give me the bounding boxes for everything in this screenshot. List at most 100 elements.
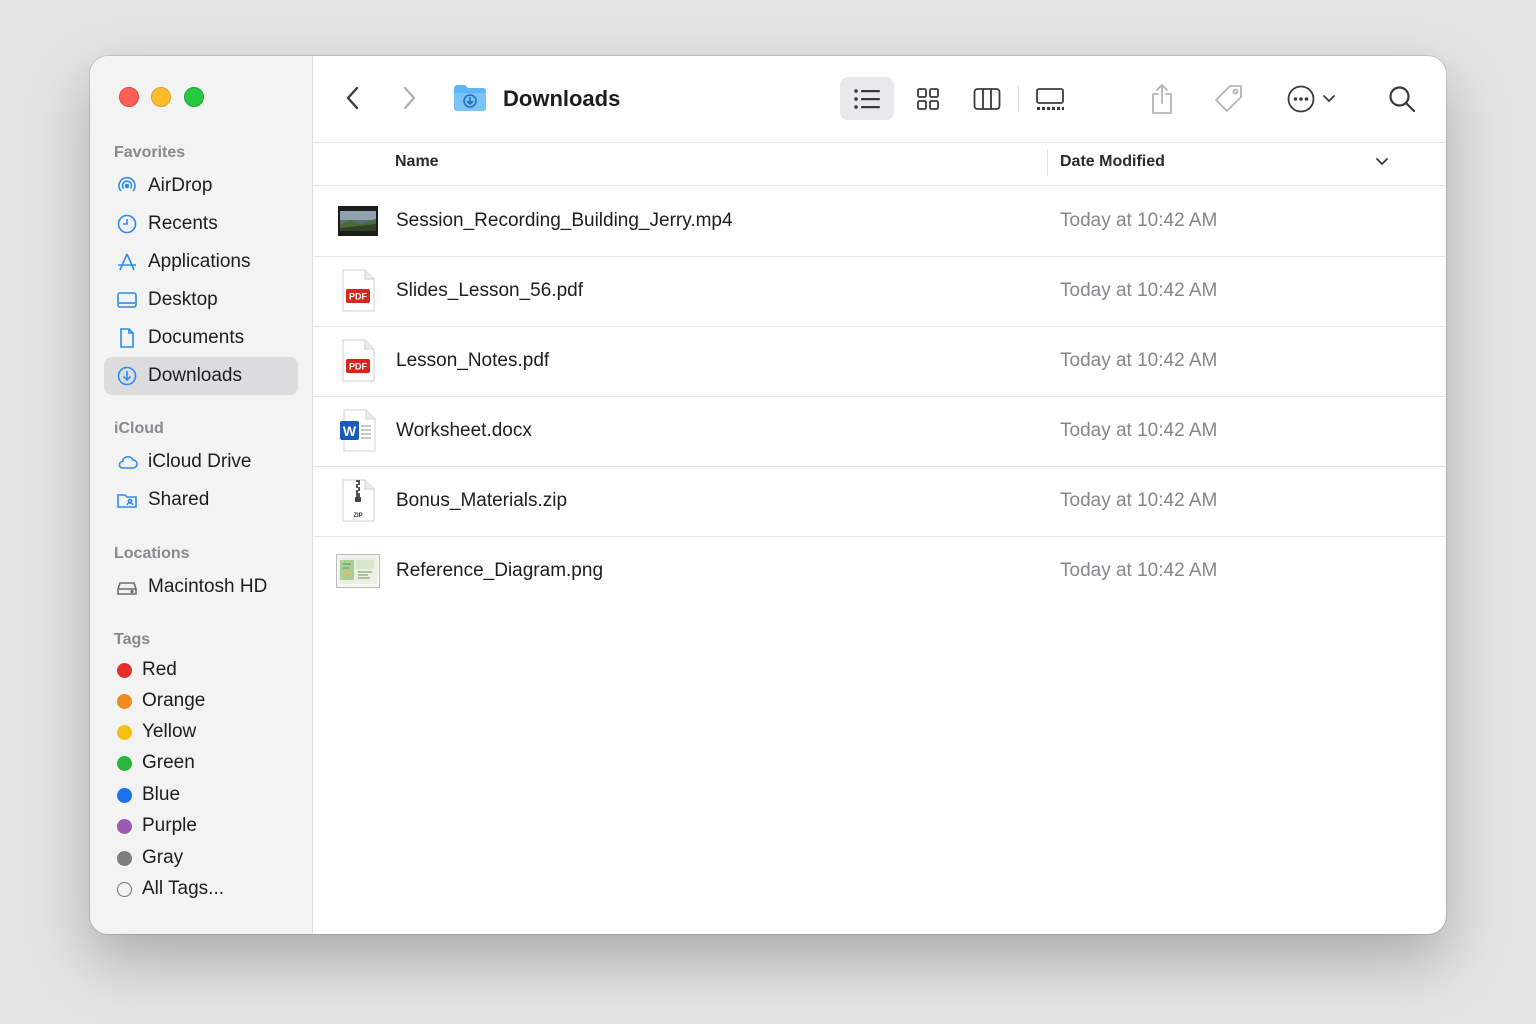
sidebar-item-shared[interactable]: Shared	[104, 481, 298, 519]
search-button[interactable]	[1380, 77, 1424, 120]
column-header-row: Name Date Modified	[312, 142, 1446, 186]
purple-tag-dot-icon	[117, 818, 132, 834]
file-row[interactable]: PDF Slides_Lesson_56.pdf Today at 10:42 …	[312, 256, 1446, 327]
tag-all-tags[interactable]: All Tags...	[104, 874, 298, 904]
sidebar-item-recents[interactable]: Recents	[104, 205, 298, 243]
orange-tag-dot-icon	[117, 693, 132, 709]
file-row[interactable]: PDF Lesson_Notes.pdf Today at 10:42 AM	[312, 326, 1446, 397]
tag-label: Red	[142, 659, 177, 680]
tag-label: All Tags...	[142, 878, 225, 899]
cloud-icon	[116, 451, 138, 473]
svg-text:ZIP: ZIP	[353, 513, 362, 519]
shared-folder-icon	[116, 489, 138, 511]
tag-gray[interactable]: Gray	[104, 843, 298, 873]
sidebar-item-label: Documents	[148, 327, 245, 348]
red-tag-dot-icon	[117, 662, 132, 678]
tag-blue[interactable]: Blue	[104, 780, 298, 810]
finder-window: Favorites AirDrop Recents Applications D…	[90, 56, 1446, 934]
file-date: Today at 10:42 AM	[1060, 420, 1218, 441]
sidebar-item-label: iCloud Drive	[148, 451, 252, 472]
back-button[interactable]	[334, 80, 372, 116]
file-name: Worksheet.docx	[396, 420, 532, 441]
pdf-icon: PDF	[336, 269, 380, 313]
sidebar-item-macintosh-hd[interactable]: Macintosh HD	[104, 568, 298, 606]
video-thumbnail-icon	[336, 199, 380, 243]
date-modified-column-header[interactable]: Date Modified	[1060, 153, 1165, 171]
sidebar-item-applications[interactable]: Applications	[104, 243, 298, 281]
applications-icon	[116, 251, 138, 273]
tag-icon	[1215, 84, 1242, 112]
file-name: Slides_Lesson_56.pdf	[396, 280, 583, 301]
clock-icon	[116, 213, 138, 235]
search-icon	[1389, 85, 1416, 112]
sidebar-item-label: AirDrop	[148, 175, 213, 196]
tag-orange[interactable]: Orange	[104, 686, 298, 716]
ellipsis-circle-icon	[1287, 85, 1315, 112]
hard-drive-icon	[116, 576, 138, 598]
column-view-button[interactable]	[967, 77, 1007, 120]
tag-label: Yellow	[142, 721, 197, 742]
tag-label: Orange	[142, 690, 206, 711]
close-window-button[interactable]	[119, 87, 139, 107]
file-date: Today at 10:42 AM	[1060, 210, 1218, 231]
column-divider[interactable]	[1047, 150, 1048, 176]
file-name: Lesson_Notes.pdf	[396, 350, 550, 371]
file-row[interactable]: Session_Recording_Building_Jerry.mp4 Tod…	[312, 186, 1446, 257]
tag-yellow[interactable]: Yellow	[104, 717, 298, 747]
sort-chevron-down-icon[interactable]	[1375, 154, 1389, 172]
tag-button[interactable]	[1208, 77, 1250, 120]
tag-label: Gray	[142, 847, 184, 868]
favorites-section-title: Favorites	[114, 144, 186, 161]
file-name: Session_Recording_Building_Jerry.mp4	[396, 210, 733, 231]
desktop-icon	[116, 289, 138, 311]
sidebar-item-documents[interactable]: Documents	[104, 319, 298, 357]
locations-section-title: Locations	[114, 545, 190, 562]
toolbar: Downloads	[312, 56, 1446, 143]
sidebar-item-airdrop[interactable]: AirDrop	[104, 167, 298, 205]
tag-green[interactable]: Green	[104, 748, 298, 778]
tag-red[interactable]: Red	[104, 655, 298, 685]
file-date: Today at 10:42 AM	[1060, 490, 1218, 511]
sidebar-item-label: Applications	[148, 251, 251, 272]
chevron-right-icon	[403, 86, 416, 110]
file-row[interactable]: W Worksheet.docx Today at 10:42 AM	[312, 396, 1446, 467]
share-button[interactable]	[1142, 77, 1182, 120]
airdrop-icon	[116, 175, 138, 197]
file-name: Reference_Diagram.png	[396, 560, 604, 581]
chevron-left-icon	[346, 86, 359, 110]
tag-label: Green	[142, 752, 195, 773]
more-actions-button[interactable]	[1280, 77, 1342, 120]
minimize-window-button[interactable]	[151, 87, 171, 107]
sidebar-item-desktop[interactable]: Desktop	[104, 281, 298, 319]
columns-icon	[973, 87, 1001, 110]
sidebar-item-label: Macintosh HD	[148, 576, 268, 597]
empty-tag-circle-icon	[117, 881, 132, 897]
file-row[interactable]: Reference_Diagram.png Today at 10:42 AM	[312, 536, 1446, 606]
gallery-view-button[interactable]	[1028, 77, 1072, 120]
forward-button[interactable]	[390, 80, 428, 116]
image-thumbnail-icon	[336, 549, 380, 593]
toolbar-divider	[1018, 86, 1019, 112]
list-view-button[interactable]	[840, 77, 894, 120]
list-view-icon	[854, 88, 880, 109]
sidebar-item-downloads[interactable]: Downloads	[104, 357, 298, 395]
sidebar: Favorites AirDrop Recents Applications D…	[90, 56, 313, 934]
name-column-header[interactable]: Name	[395, 153, 439, 171]
share-icon	[1152, 83, 1172, 114]
sidebar-item-label: Desktop	[148, 289, 218, 310]
word-doc-icon: W	[336, 409, 380, 453]
tags-section-title: Tags	[114, 631, 151, 648]
yellow-tag-dot-icon	[117, 724, 132, 740]
zoom-window-button[interactable]	[184, 87, 204, 107]
svg-text:PDF: PDF	[349, 292, 368, 302]
svg-text:W: W	[343, 423, 357, 439]
file-date: Today at 10:42 AM	[1060, 280, 1218, 301]
icloud-section-title: iCloud	[114, 420, 164, 437]
green-tag-dot-icon	[117, 755, 132, 771]
sidebar-item-icloud-drive[interactable]: iCloud Drive	[104, 443, 298, 481]
file-row[interactable]: ZIP Bonus_Materials.zip Today at 10:42 A…	[312, 466, 1446, 537]
tag-label: Blue	[142, 784, 181, 805]
gallery-icon	[1036, 87, 1064, 110]
icon-view-button[interactable]	[908, 77, 948, 120]
tag-purple[interactable]: Purple	[104, 811, 298, 841]
